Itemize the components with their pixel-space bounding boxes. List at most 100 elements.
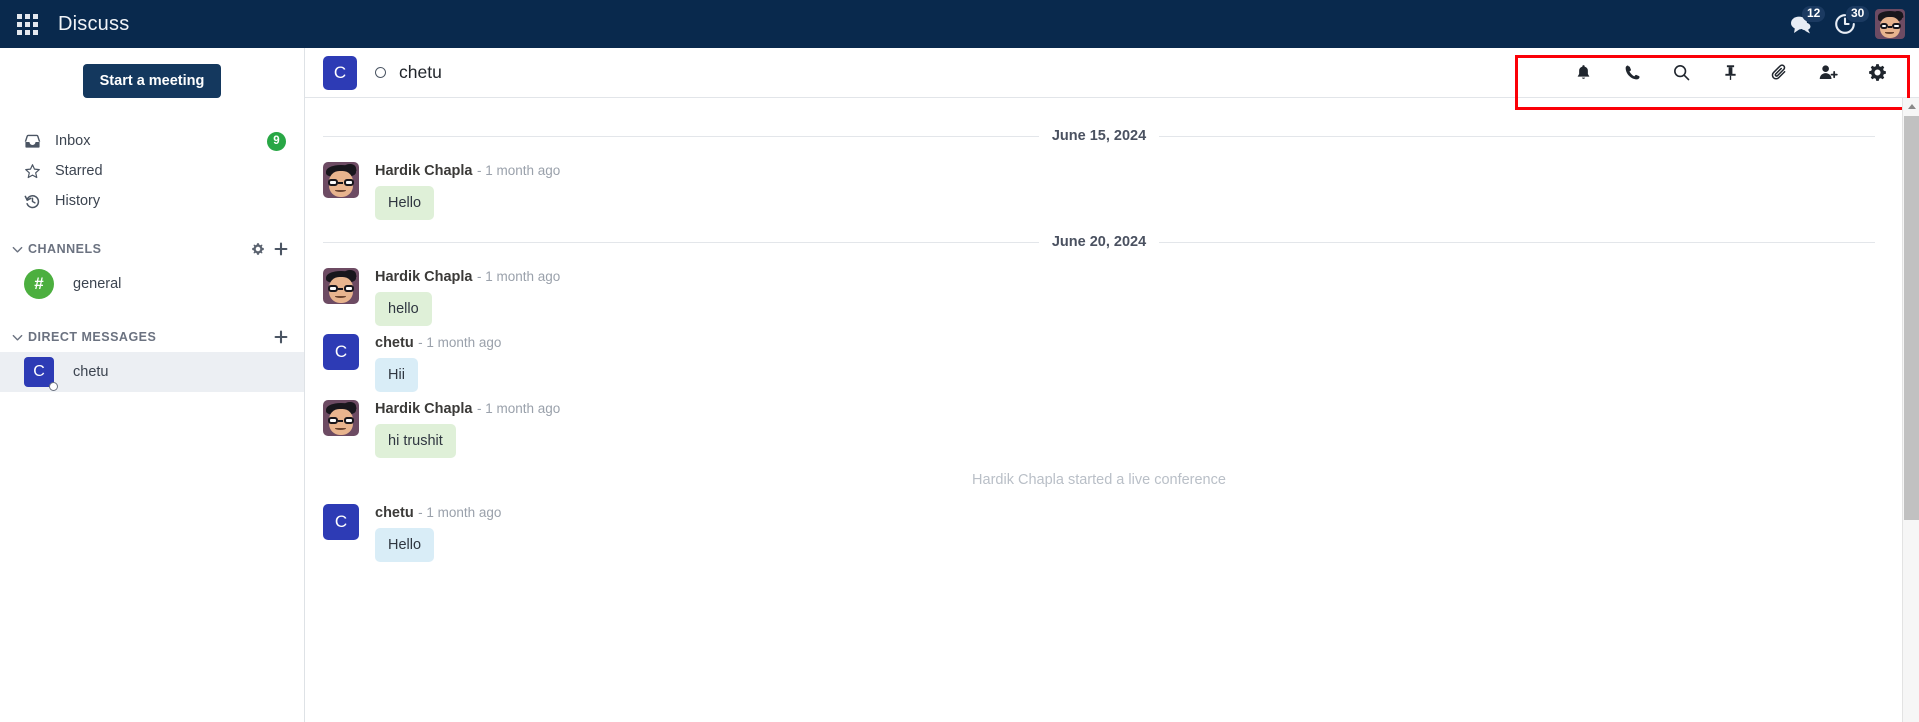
message-bubble: hello	[375, 292, 432, 326]
message-header: Hardik Chapla - 1 month ago	[375, 400, 560, 417]
dm-avatar: C	[24, 357, 58, 391]
thread-panel: C chetu June 15, 2024 Hardik Chapla - 1 …	[305, 48, 1919, 722]
separator-line	[323, 135, 1039, 137]
thread-header: C chetu	[305, 48, 1919, 110]
navbar-right-actions: 12 30	[1789, 0, 1919, 48]
message-item: Hardik Chapla - 1 month ago Hello	[305, 156, 1919, 222]
separator-line	[1159, 135, 1876, 137]
channel-hash-avatar: #	[24, 269, 54, 299]
inbox-icon	[24, 133, 46, 150]
message-list: June 15, 2024 Hardik Chapla - 1 month ag…	[305, 98, 1919, 722]
message-bubble: Hello	[375, 186, 435, 220]
separator-line	[323, 241, 1039, 243]
activities-count-badge: 30	[1846, 6, 1870, 22]
search-icon[interactable]	[1669, 61, 1693, 85]
chevron-down-icon	[8, 243, 26, 256]
sidebar-item-starred[interactable]: Starred	[0, 156, 304, 186]
user-avatar[interactable]	[1875, 9, 1905, 39]
date-separator-label: June 20, 2024	[1051, 234, 1147, 250]
message-item: C chetu - 1 month ago Hello	[305, 498, 1919, 564]
dm-name-label: chetu	[73, 364, 109, 380]
start-meeting-container: Start a meeting	[0, 48, 304, 104]
sidebar-item-inbox[interactable]: Inbox 9	[0, 126, 304, 156]
clock-activity-icon[interactable]: 30	[1833, 0, 1870, 48]
presence-offline-icon	[375, 67, 386, 78]
message-bubble: Hello	[375, 528, 435, 562]
message-author-avatar[interactable]	[323, 400, 359, 436]
avatar-face-art	[1875, 9, 1905, 39]
gear-settings-icon[interactable]	[1865, 61, 1889, 85]
start-meeting-button[interactable]: Start a meeting	[82, 64, 222, 98]
chevron-down-icon	[8, 331, 26, 344]
presence-offline-icon	[49, 382, 58, 391]
message-author-avatar[interactable]	[323, 268, 359, 304]
avatar-face-art	[323, 162, 359, 198]
message-header: Hardik Chapla - 1 month ago	[375, 162, 560, 179]
direct-messages-section-actions	[274, 330, 288, 344]
notification-bell-icon[interactable]	[1571, 61, 1595, 85]
gear-icon[interactable]	[251, 242, 265, 256]
scroll-up-arrow-icon[interactable]	[1903, 98, 1919, 115]
message-author: Hardik Chapla	[375, 269, 473, 285]
inbox-count-badge: 9	[267, 131, 286, 151]
sidebar-item-label: History	[55, 193, 101, 209]
scroll-up-triangle	[1907, 104, 1916, 109]
sidebar-dm-chetu[interactable]: C chetu	[0, 352, 304, 392]
top-navbar: Discuss 12 30	[0, 0, 1919, 48]
direct-messages-section-header[interactable]: DIRECT MESSAGES	[0, 322, 304, 352]
message-body: Hardik Chapla - 1 month ago hi trushit	[375, 400, 560, 458]
phone-call-icon[interactable]	[1620, 61, 1644, 85]
system-notice: Hardik Chapla started a live conference	[972, 472, 1226, 488]
message-author-avatar[interactable]: C	[323, 504, 359, 540]
message-author: chetu	[375, 505, 414, 521]
message-item: Hardik Chapla - 1 month ago hello	[305, 262, 1919, 328]
paperclip-attachment-icon[interactable]	[1767, 61, 1791, 85]
avatar-face-art	[323, 400, 359, 436]
chat-bubble-icon[interactable]: 12	[1789, 0, 1826, 48]
message-header: chetu - 1 month ago	[375, 504, 501, 521]
separator-line	[1159, 241, 1876, 243]
message-author-avatar[interactable]	[323, 162, 359, 198]
message-timestamp: - 1 month ago	[476, 163, 561, 178]
apps-grid-glyph	[16, 13, 38, 35]
messages-count-badge: 12	[1802, 6, 1826, 22]
sidebar-channel-general[interactable]: # general	[0, 264, 304, 304]
message-item: Hardik Chapla - 1 month ago hi trushit	[305, 394, 1919, 460]
message-timestamp: - 1 month ago	[418, 505, 502, 520]
star-icon	[24, 163, 46, 180]
apps-grid-icon[interactable]	[0, 0, 54, 48]
message-header: chetu - 1 month ago	[375, 334, 501, 351]
vertical-scrollbar[interactable]	[1902, 98, 1919, 722]
dm-avatar-letter: C	[33, 363, 45, 380]
channels-section-header[interactable]: CHANNELS	[0, 234, 304, 264]
thread-avatar-letter: C	[333, 62, 347, 82]
avatar-face-art	[323, 268, 359, 304]
sidebar-item-history[interactable]: History	[0, 186, 304, 216]
message-header: Hardik Chapla - 1 month ago	[375, 268, 560, 285]
channels-section-actions	[251, 242, 288, 256]
message-bubble: Hii	[375, 358, 418, 392]
message-timestamp: - 1 month ago	[476, 401, 561, 416]
message-bubble: hi trushit	[375, 424, 456, 458]
message-body: chetu - 1 month ago Hii	[375, 334, 501, 392]
plus-icon[interactable]	[274, 330, 288, 344]
page-title: Discuss	[58, 12, 130, 35]
message-author-avatar[interactable]: C	[323, 334, 359, 370]
history-icon	[24, 193, 46, 210]
message-author: Hardik Chapla	[375, 401, 473, 417]
message-body: Hardik Chapla - 1 month ago hello	[375, 268, 560, 326]
plus-icon[interactable]	[274, 242, 288, 256]
add-user-icon[interactable]	[1816, 61, 1840, 85]
scroll-thumb[interactable]	[1904, 116, 1919, 520]
date-separator-label: June 15, 2024	[1051, 128, 1147, 144]
message-timestamp: - 1 month ago	[418, 335, 502, 350]
channels-section-label: CHANNELS	[28, 242, 102, 256]
date-separator: June 15, 2024	[305, 116, 1919, 156]
direct-messages-section-label: DIRECT MESSAGES	[28, 330, 157, 344]
message-timestamp: - 1 month ago	[476, 269, 561, 284]
thread-title: chetu	[399, 62, 442, 82]
date-separator: June 20, 2024	[305, 222, 1919, 262]
sidebar-item-label: Starred	[55, 163, 103, 179]
pin-icon[interactable]	[1718, 61, 1742, 85]
channel-name-label: general	[73, 276, 122, 292]
